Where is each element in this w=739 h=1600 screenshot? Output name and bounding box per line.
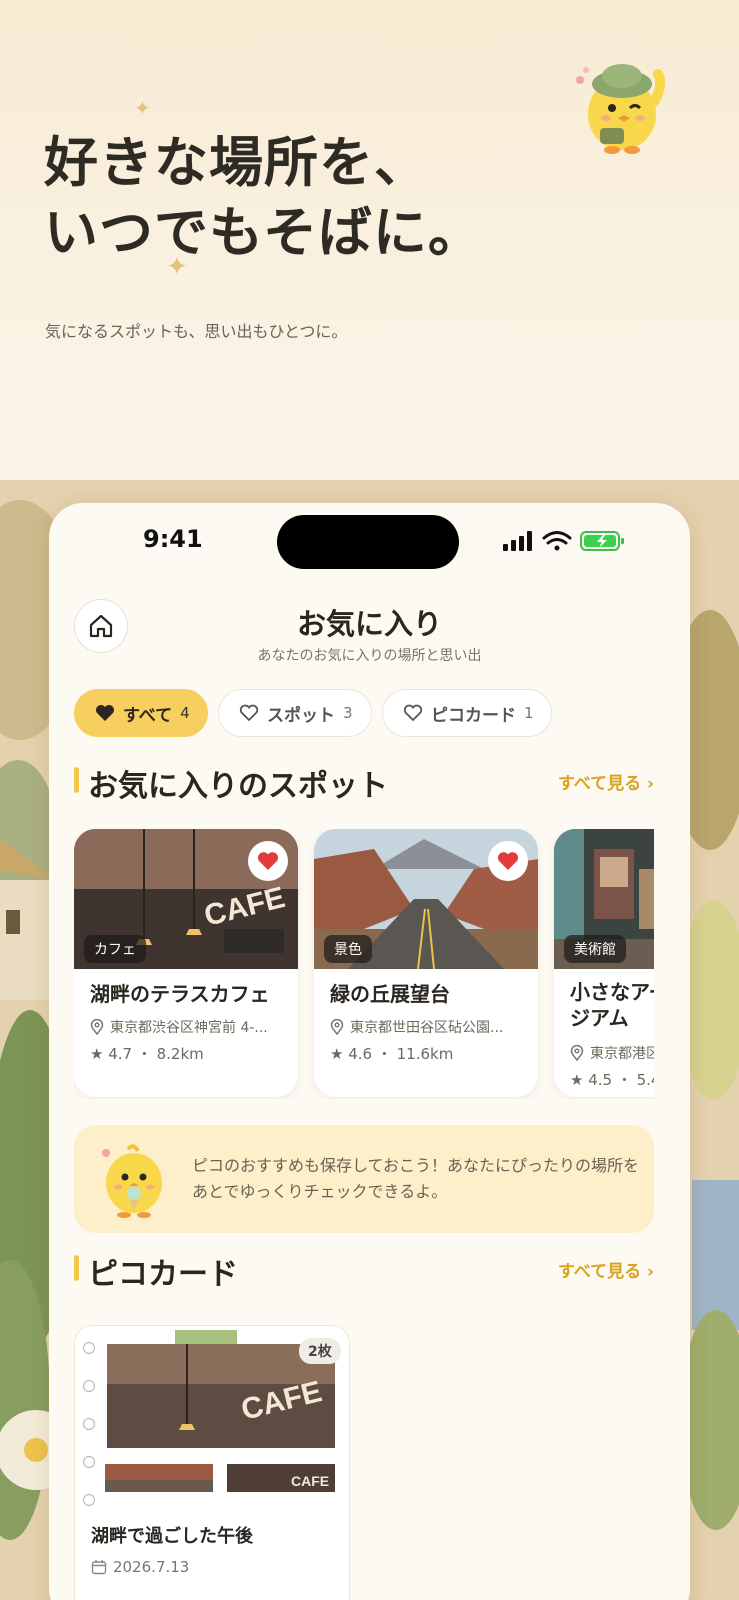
chick-mascot-icon <box>102 1144 162 1218</box>
wifi-icon <box>542 531 572 551</box>
section-accent-bar <box>74 1255 79 1281</box>
location-pin-icon <box>570 1045 584 1061</box>
filter-label: ピコカード <box>431 705 516 726</box>
washi-tape <box>175 1330 237 1344</box>
spot-address-text: 東京都渋谷区神宮前 4-... <box>110 1020 268 1036</box>
spot-address: 東京都港区 <box>570 1043 654 1063</box>
filter-count: 3 <box>343 704 353 722</box>
heart-outline-icon <box>403 704 423 722</box>
section-accent-bar <box>74 767 79 793</box>
pico-card-title: 湖畔で過ごした午後 <box>91 1526 253 1547</box>
sparkle-icon: ✦ <box>134 96 151 120</box>
spot-name-line-2: ジアム <box>570 1006 629 1030</box>
binder-ring <box>83 1456 95 1468</box>
spot-address-text: 東京都港区 <box>590 1046 654 1062</box>
card-count-badge: 2枚 <box>299 1338 341 1364</box>
spot-name: 湖畔のテラスカフェ <box>90 982 270 1006</box>
spot-address: 東京都渋谷区神宮前 4-... <box>90 1017 290 1037</box>
favorite-button[interactable] <box>488 841 528 881</box>
spot-rating-distance: ★ 4.7 ・ 8.2km <box>90 1045 204 1063</box>
status-time: 9:41 <box>143 525 203 553</box>
signal-icon <box>503 531 532 551</box>
spot-name: 緑の丘展望台 <box>330 982 450 1006</box>
category-badge: カフェ <box>84 935 146 963</box>
filter-label: すべて <box>123 705 173 726</box>
chick-mascot-icon <box>576 64 666 154</box>
spot-card[interactable]: 美術館 小さなアー ジアム 東京都港区 ★ 4.5 ・ 5.4l <box>554 829 654 1097</box>
category-badge: 美術館 <box>564 935 626 963</box>
page-subtitle: あなたのお気に入りの場所と思い出 <box>257 648 482 664</box>
spot-rating-distance: ★ 4.6 ・ 11.6km <box>330 1045 454 1063</box>
pico-card-thumb-photo: CAFE <box>227 1464 335 1492</box>
hero-subtitle: 気になるスポットも、思い出もひとつに。 <box>45 322 348 341</box>
banner-text: ピコのおすすめも保存しておこう！あなたにぴったりの場所をあとでゆっくりチェックで… <box>192 1156 640 1201</box>
spot-rating-distance: ★ 4.5 ・ 5.4l <box>570 1071 654 1089</box>
pico-see-all-link[interactable]: すべて見る › <box>558 1257 654 1282</box>
spot-name-line-1: 小さなアー <box>570 980 654 1004</box>
calendar-icon <box>91 1560 107 1575</box>
pico-card[interactable]: CAFE 2枚 CAFE 湖畔で過ごした午後 2026.7.13 <box>74 1325 350 1600</box>
filter-count: 4 <box>180 704 190 722</box>
svg-text:CAFE: CAFE <box>291 1473 329 1489</box>
favorite-button[interactable] <box>248 841 288 881</box>
filter-chip-all[interactable]: すべて 4 <box>74 689 208 737</box>
binder-ring <box>83 1342 95 1354</box>
spots-section-title: お気に入りのスポット <box>88 769 388 804</box>
location-pin-icon <box>330 1019 344 1035</box>
spot-card[interactable]: 景色 緑の丘展望台 東京都世田谷区砧公園... ★ 4.6 ・ 11.6km <box>314 829 538 1097</box>
dynamic-island <box>277 515 459 569</box>
pico-card-date: 2026.7.13 <box>91 1558 189 1576</box>
phone-screen: 9:41 お気に入り あなたのお気に入りの場所と思い出 すべて 4 スポット 3… <box>49 503 690 1600</box>
recommendation-banner: ピコのおすすめも保存しておこう！あなたにぴったりの場所をあとでゆっくりチェックで… <box>74 1125 654 1233</box>
filter-chip-spots[interactable]: スポット 3 <box>218 689 372 737</box>
spot-address-text: 東京都世田谷区砧公園... <box>350 1020 504 1036</box>
hero-title-line-1: 好きな場所を、 <box>44 131 429 194</box>
page-title: お気に入り <box>296 607 442 641</box>
spots-section-header: お気に入りのスポット すべて見る › <box>74 761 654 804</box>
spot-card[interactable]: CAFE カフェ 湖畔のテラスカフェ 東京都渋谷区神宮前 4-... ★ 4.7… <box>74 829 298 1097</box>
filter-count: 1 <box>524 704 534 722</box>
heart-filled-icon <box>257 852 279 870</box>
binder-ring <box>83 1494 95 1506</box>
spots-carousel[interactable]: CAFE カフェ 湖畔のテラスカフェ 東京都渋谷区神宮前 4-... ★ 4.7… <box>74 829 654 1099</box>
filter-chip-pico-cards[interactable]: ピコカード 1 <box>382 689 552 737</box>
hero-title-line-2: いつでもそばに。 <box>44 201 483 264</box>
battery-icon <box>580 531 624 551</box>
pico-card-date-text: 2026.7.13 <box>113 1558 190 1576</box>
spot-name: 小さなアー ジアム <box>570 979 654 1031</box>
hero-section: ✦ ✦ 好きな場所を、 いつでもそばに。 気になるスポットも、思い出もひとつに。 <box>0 0 739 480</box>
hero-title: 好きな場所を、 いつでもそばに。 <box>44 128 483 268</box>
binder-ring <box>83 1380 95 1392</box>
pico-section-title: ピコカード <box>88 1257 238 1292</box>
location-pin-icon <box>90 1019 104 1035</box>
category-badge: 景色 <box>324 935 372 963</box>
heart-outline-icon <box>239 704 259 722</box>
filter-label: スポット <box>267 705 335 726</box>
binder-ring <box>83 1418 95 1430</box>
status-icons <box>503 531 624 551</box>
heart-filled-icon <box>96 705 114 721</box>
pico-card-thumb-photo <box>105 1464 213 1492</box>
pico-section-header: ピコカード すべて見る › <box>74 1249 654 1292</box>
heart-filled-icon <box>497 852 519 870</box>
spot-address: 東京都世田谷区砧公園... <box>330 1017 530 1037</box>
spots-see-all-link[interactable]: すべて見る › <box>558 769 654 794</box>
